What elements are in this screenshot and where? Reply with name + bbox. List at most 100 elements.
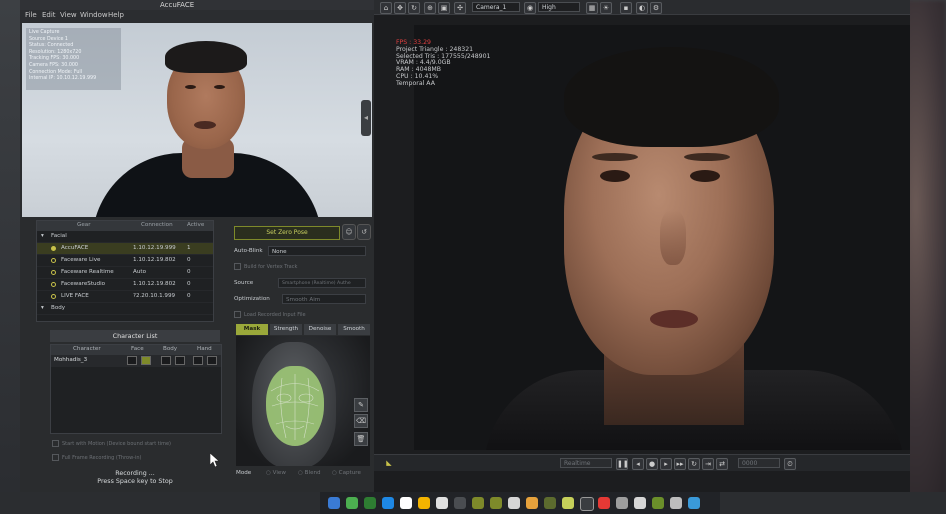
active-indicator-icon[interactable]: [51, 270, 56, 275]
grid-icon[interactable]: ▦: [586, 2, 598, 14]
taskbar-app-icon[interactable]: [670, 497, 682, 509]
hand-device-icon[interactable]: [207, 356, 217, 365]
taskbar-app-icon[interactable]: [328, 497, 340, 509]
taskbar-app-icon[interactable]: [526, 497, 538, 509]
face-device-icon[interactable]: [141, 356, 151, 365]
active-indicator-icon[interactable]: [51, 258, 56, 263]
load-file-checkbox[interactable]: Load Recorded Input File: [234, 311, 306, 318]
body-device-icon[interactable]: [175, 356, 185, 365]
move-icon[interactable]: ✥: [394, 2, 406, 14]
tab-denoise[interactable]: Denoise: [304, 324, 336, 335]
device-row[interactable]: Faceware Realtime Auto 0: [37, 267, 213, 279]
expand-arrow-icon[interactable]: ▾: [41, 233, 44, 239]
optimization-select[interactable]: Smooth Aim: [282, 294, 366, 304]
render-icon[interactable]: ◉: [524, 2, 536, 14]
frame-icon[interactable]: ▣: [438, 2, 450, 14]
face-checkbox-icon[interactable]: [127, 356, 137, 365]
menu-file[interactable]: File: [25, 11, 37, 19]
eraser-icon[interactable]: ⌫: [354, 414, 368, 428]
checkbox-icon[interactable]: [52, 440, 59, 447]
taskbar-app-icon[interactable]: [508, 497, 520, 509]
quality-select[interactable]: High: [538, 2, 580, 12]
device-row[interactable]: FacewareStudio 1.10.12.19.802 0: [37, 279, 213, 291]
pause-icon[interactable]: ❚❚: [616, 458, 629, 470]
mode-option-view[interactable]: ○ View: [266, 470, 286, 476]
checkbox-icon[interactable]: [52, 454, 59, 461]
taskbar-app-icon[interactable]: [400, 497, 412, 509]
column-header: Hand: [197, 346, 212, 352]
taskbar-app-icon[interactable]: [634, 497, 646, 509]
speed-icon[interactable]: ⏲: [784, 458, 796, 470]
delete-icon[interactable]: 🗑: [354, 432, 368, 446]
taskbar-app-icon[interactable]: [472, 497, 484, 509]
taskbar-app-icon[interactable]: [562, 497, 574, 509]
taskbar-app-icon[interactable]: [580, 497, 594, 511]
settings-icon[interactable]: ⚙: [650, 2, 662, 14]
taskbar-app-icon[interactable]: [436, 497, 448, 509]
collapse-panel-button[interactable]: ◂: [361, 100, 371, 136]
menu-help[interactable]: Help: [108, 11, 124, 19]
expand-arrow-icon[interactable]: ▾: [41, 305, 44, 311]
device-row[interactable]: LIVE FACE ?2.20.10.1.999 0: [37, 291, 213, 303]
character-row[interactable]: Mohhadis_3: [51, 355, 221, 367]
taskbar-app-icon[interactable]: [544, 497, 556, 509]
taskbar-app-icon[interactable]: [598, 497, 610, 509]
taskbar-app-icon[interactable]: [454, 497, 466, 509]
zoom-icon[interactable]: ⊕: [424, 2, 436, 14]
bounce-icon[interactable]: ⇄: [716, 458, 728, 470]
loop-icon[interactable]: ↻: [688, 458, 700, 470]
tab-smooth[interactable]: Smooth: [338, 324, 370, 335]
active-indicator-icon[interactable]: [51, 294, 56, 299]
realtime-select[interactable]: Realtime: [560, 458, 612, 468]
view-icon[interactable]: ◐: [636, 2, 648, 14]
device-row[interactable]: AccuFACE 1.10.12.19.999 1: [37, 243, 213, 255]
menu-edit[interactable]: Edit: [42, 11, 56, 19]
record-icon[interactable]: ●: [646, 458, 658, 470]
taskbar-app-icon[interactable]: [652, 497, 664, 509]
device-group-body[interactable]: ▾ Body: [37, 303, 213, 315]
taskbar-app-icon[interactable]: [688, 497, 700, 509]
mode-option-blend[interactable]: ○ Blend: [298, 470, 321, 476]
option-checkbox[interactable]: Full Frame Recording (Throw-in): [52, 454, 142, 461]
camera-select[interactable]: Camera_1: [472, 2, 520, 12]
active-indicator-icon[interactable]: [51, 282, 56, 287]
rotate-icon[interactable]: ↻: [408, 2, 420, 14]
end-icon[interactable]: ⇥: [702, 458, 714, 470]
home-icon[interactable]: ⌂: [380, 2, 392, 14]
device-group-facial[interactable]: ▾ Facial: [37, 231, 213, 243]
tab-strength[interactable]: Strength: [270, 324, 302, 335]
taskbar-app-icon[interactable]: [364, 497, 376, 509]
taskbar-app-icon[interactable]: [346, 497, 358, 509]
tab-mask[interactable]: Mask: [236, 324, 268, 335]
transform-icon[interactable]: ✣: [454, 2, 466, 14]
light-icon[interactable]: ☀: [600, 2, 612, 14]
mode-option-capture[interactable]: ○ Capture: [332, 470, 361, 476]
hand-slot-icon[interactable]: [193, 356, 203, 365]
menu-window[interactable]: Window: [80, 11, 108, 19]
reset-icon[interactable]: ↺: [357, 224, 371, 240]
option-checkbox[interactable]: Start with Motion (Device bound start ti…: [52, 440, 171, 447]
next-frame-icon[interactable]: ▸▸: [674, 458, 686, 470]
checkbox-icon[interactable]: [234, 263, 241, 270]
taskbar-app-icon[interactable]: [418, 497, 430, 509]
set-zero-pose-button[interactable]: Set Zero Pose: [234, 226, 340, 240]
camera-icon[interactable]: ▪: [620, 2, 632, 14]
person-mouth: [194, 121, 216, 129]
frame-input[interactable]: 0000: [738, 458, 780, 468]
3d-viewport[interactable]: ⌂ ✥ ↻ ⊕ ▣ ✣ Camera_1 ◉ High ▦ ☀ ▪ ◐ ⚙ FP…: [374, 0, 910, 492]
taskbar-app-icon[interactable]: [616, 497, 628, 509]
body-slot-icon[interactable]: [161, 356, 171, 365]
build-vertex-checkbox[interactable]: Build for Vertex Track: [234, 263, 297, 270]
source-select[interactable]: Smartphone (Realtime) Authe: [278, 278, 366, 288]
menu-view[interactable]: View: [60, 11, 77, 19]
checkbox-icon[interactable]: [234, 311, 241, 318]
prev-frame-icon[interactable]: ◂: [632, 458, 644, 470]
taskbar-app-icon[interactable]: [490, 497, 502, 509]
play-icon[interactable]: ▸: [660, 458, 672, 470]
face-icon[interactable]: ☺: [342, 224, 356, 240]
taskbar-app-icon[interactable]: [382, 497, 394, 509]
auto-blink-select[interactable]: None: [268, 246, 366, 256]
brush-icon[interactable]: ✎: [354, 398, 368, 412]
device-row[interactable]: Faceware Live 1.10.12.19.802 0: [37, 255, 213, 267]
active-indicator-icon[interactable]: [51, 246, 56, 251]
